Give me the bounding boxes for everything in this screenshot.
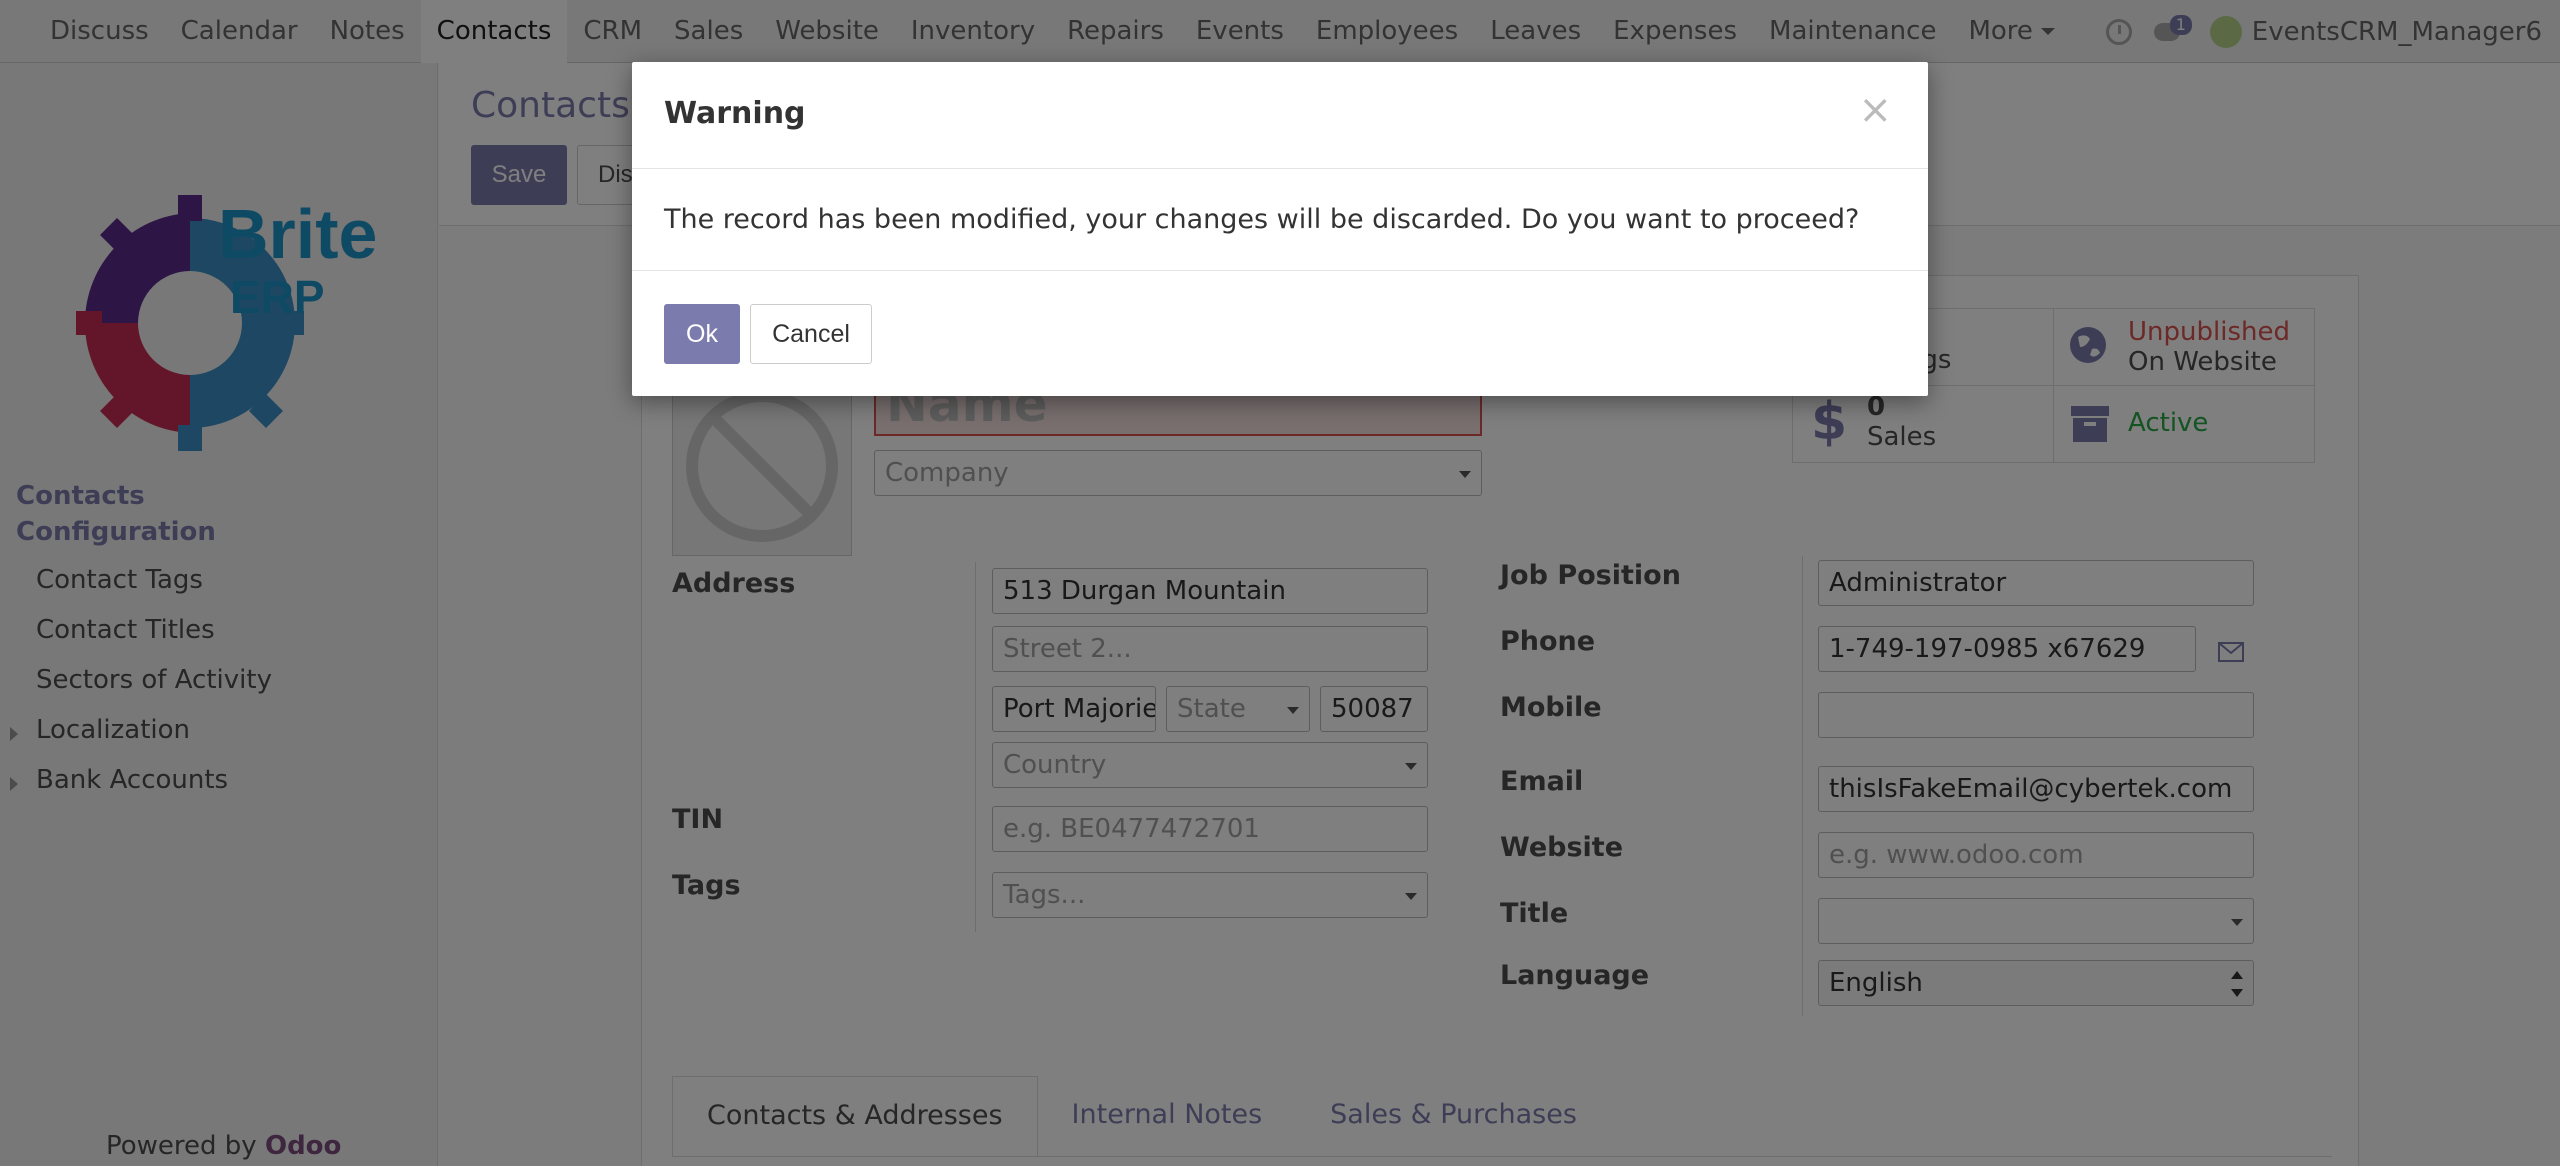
warning-dialog: Warning × The record has been modified, … [632, 62, 1928, 396]
cancel-button[interactable]: Cancel [750, 304, 872, 364]
close-icon[interactable]: × [1858, 90, 1892, 130]
dialog-message: The record has been modified, your chang… [664, 204, 1860, 235]
dialog-divider [632, 168, 1928, 169]
dialog-title: Warning [664, 96, 806, 131]
ok-button[interactable]: Ok [664, 304, 740, 364]
dialog-divider [632, 270, 1928, 271]
